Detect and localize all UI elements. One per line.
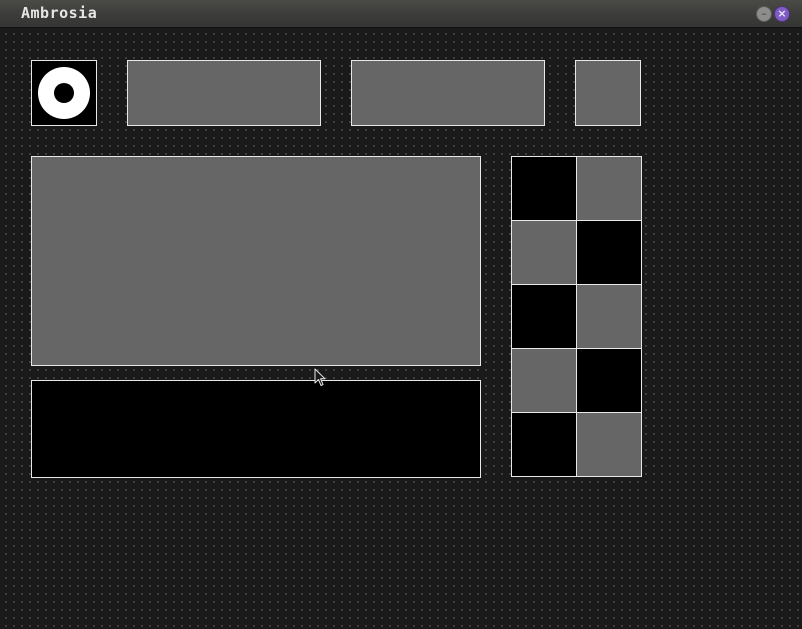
app-window: Ambrosia – × — [0, 0, 802, 629]
logo-tile[interactable] — [31, 60, 97, 126]
bottom-panel[interactable] — [31, 380, 481, 478]
grid-cell[interactable] — [511, 348, 577, 413]
top-panel-2[interactable] — [351, 60, 545, 126]
close-button[interactable]: × — [774, 6, 790, 22]
grid-cell[interactable] — [576, 412, 642, 477]
window-title: Ambrosia — [21, 4, 98, 22]
grid-cell[interactable] — [576, 220, 642, 285]
top-panel-1[interactable] — [127, 60, 321, 126]
grid-cell[interactable] — [576, 284, 642, 349]
grid-cell[interactable] — [576, 348, 642, 413]
grid-cell[interactable] — [511, 284, 577, 349]
ring-icon-hole — [54, 83, 74, 103]
minimize-button[interactable]: – — [756, 6, 772, 22]
top-panel-3[interactable] — [575, 60, 641, 126]
grid-cell[interactable] — [511, 220, 577, 285]
mouse-cursor-icon — [314, 368, 326, 386]
grid-cell[interactable] — [511, 412, 577, 477]
grid-cell[interactable] — [511, 156, 577, 221]
ring-icon — [38, 67, 90, 119]
grid-cell[interactable] — [576, 156, 642, 221]
title-bar[interactable]: Ambrosia – × — [0, 0, 802, 28]
main-panel[interactable] — [31, 156, 481, 366]
